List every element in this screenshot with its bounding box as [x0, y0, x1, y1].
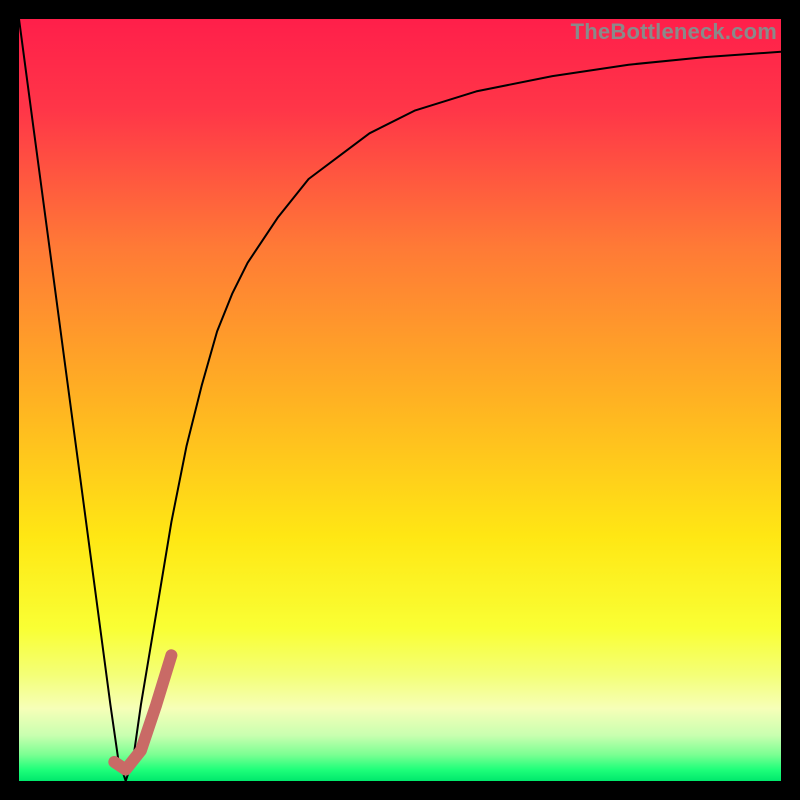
marker-hook: [114, 655, 171, 769]
chart-curves: [19, 19, 781, 781]
watermark-text: TheBottleneck.com: [571, 19, 777, 45]
plot-area: TheBottleneck.com: [19, 19, 781, 781]
chart-frame: TheBottleneck.com: [0, 0, 800, 800]
bottleneck-curve: [19, 19, 781, 781]
